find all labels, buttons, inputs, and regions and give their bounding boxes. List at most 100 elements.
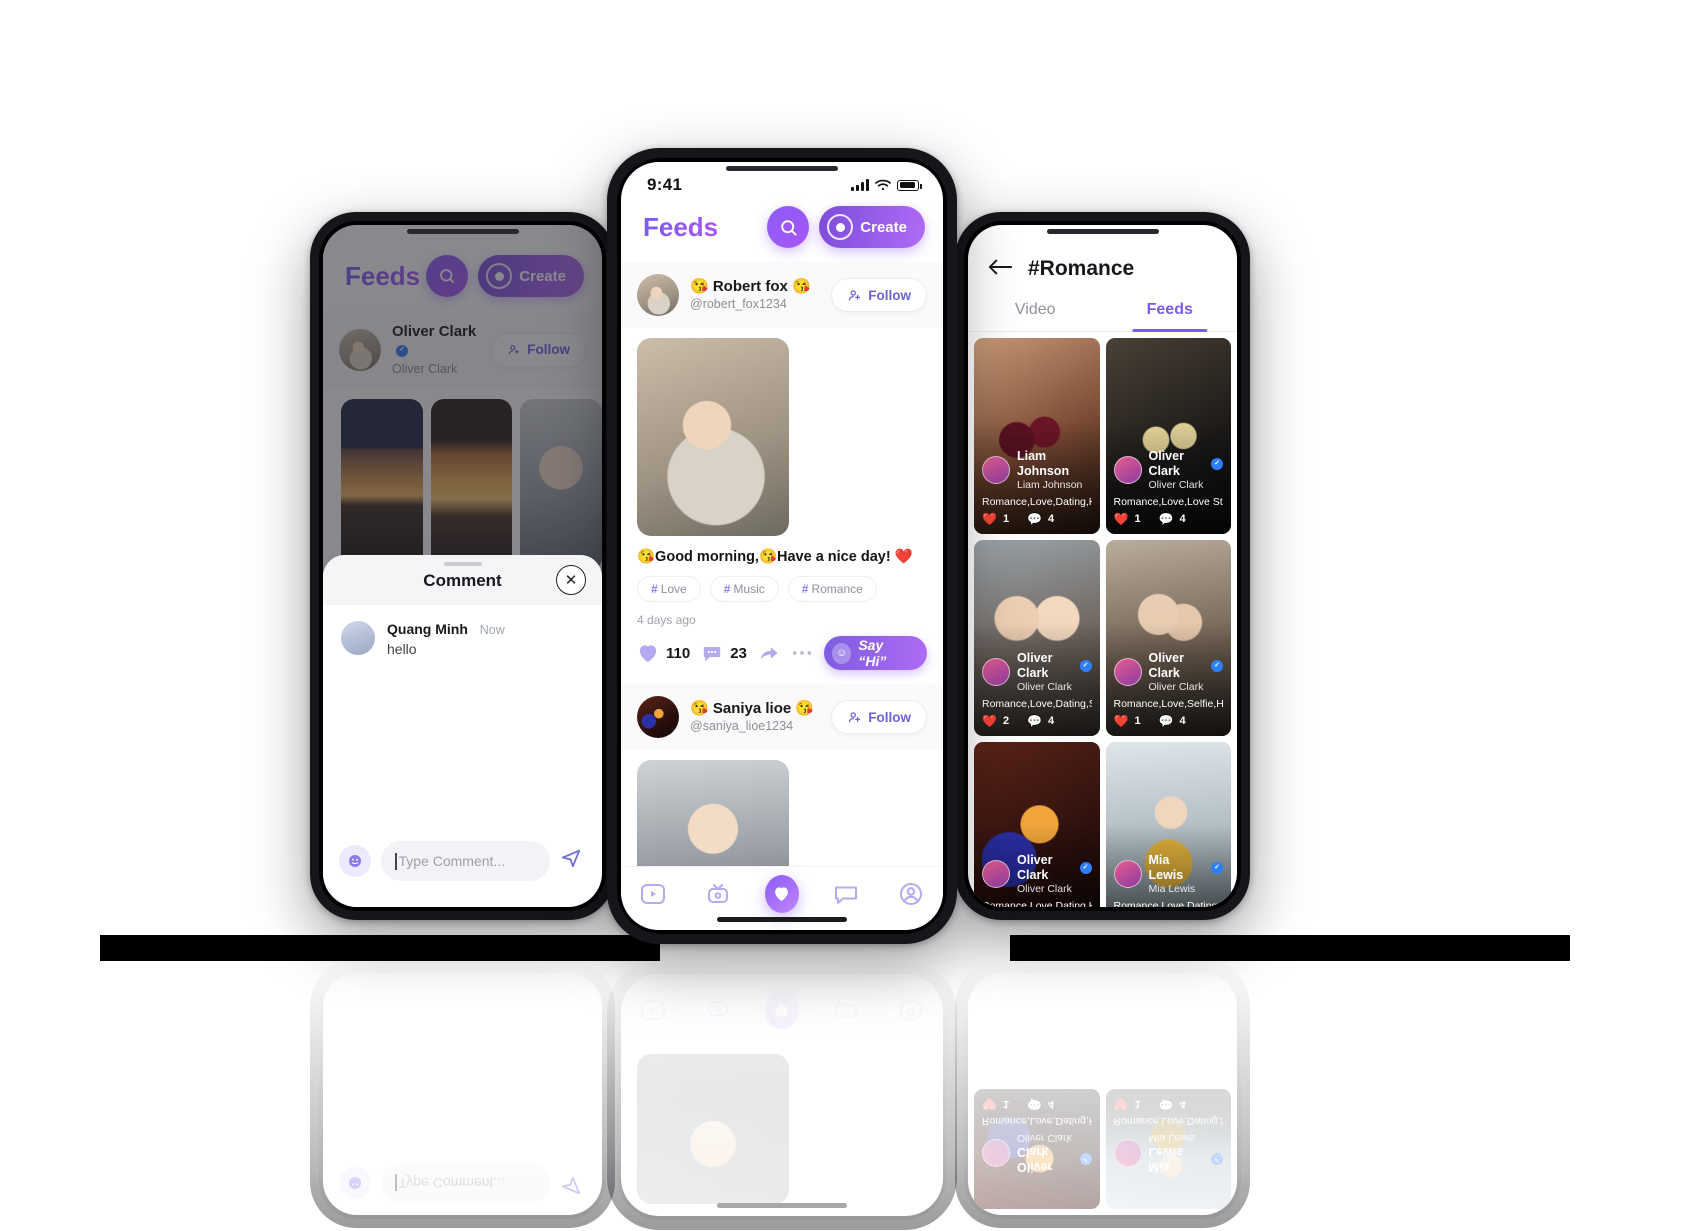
comment-bubble-icon bbox=[704, 647, 721, 662]
comment-author: Quang Minh Now bbox=[387, 621, 505, 637]
tab-live[interactable] bbox=[701, 877, 735, 911]
follow-button[interactable]: Follow bbox=[831, 278, 927, 312]
say-hi-label: Say “Hi” bbox=[858, 637, 887, 669]
card-author: Oliver Clark bbox=[1148, 448, 1184, 478]
comment-bubble-icon: 💬 bbox=[1027, 714, 1043, 728]
close-icon: ✕ bbox=[564, 572, 578, 589]
person-icon bbox=[899, 882, 922, 905]
card-author: Oliver Clark bbox=[1148, 650, 1184, 680]
emoji-button[interactable] bbox=[339, 845, 371, 877]
heart-icon: ❤️ bbox=[982, 512, 997, 526]
mockup-stage: Feeds Create bbox=[0, 0, 1688, 1231]
post-time: 4 days ago bbox=[637, 613, 696, 627]
more-action[interactable] bbox=[791, 649, 813, 657]
post-author[interactable]: 😘 Robert fox 😘 @robert_fox1234 bbox=[637, 274, 811, 316]
avatar bbox=[982, 860, 1010, 889]
tab-feeds[interactable]: Feeds bbox=[1103, 293, 1238, 331]
tv-icon bbox=[707, 883, 728, 903]
avatar bbox=[982, 658, 1010, 687]
back-arrow-icon bbox=[988, 259, 1013, 275]
avatar bbox=[637, 274, 679, 316]
post-image[interactable] bbox=[637, 338, 789, 536]
verified-badge-icon: ✓ bbox=[1079, 861, 1092, 874]
more-dots-icon bbox=[792, 651, 812, 655]
tag-chip[interactable]: # Romance bbox=[787, 576, 877, 602]
battery-icon bbox=[897, 179, 922, 191]
phone-right-hashtag: #Romance Video Feeds Liam Johnson Liam J… bbox=[955, 212, 1250, 920]
tab-feeds[interactable] bbox=[764, 874, 799, 913]
like-action[interactable]: 110 bbox=[637, 643, 690, 663]
tab-chat[interactable] bbox=[829, 877, 863, 911]
card-author: Liam Johnson bbox=[1017, 448, 1070, 478]
avatar bbox=[341, 621, 375, 655]
reflection-center bbox=[607, 960, 957, 1230]
grid-card[interactable]: Oliver Clark ✓ Oliver Clark Romance,Love… bbox=[974, 540, 1100, 736]
back-button[interactable] bbox=[988, 257, 1013, 281]
speaker-notch bbox=[726, 166, 838, 171]
grid-card[interactable]: Liam Johnson Liam Johnson Romance,Love,D… bbox=[974, 338, 1100, 534]
comment-bubble-icon: 💬 bbox=[1158, 714, 1174, 728]
tab-profile[interactable] bbox=[894, 877, 928, 911]
avatar bbox=[1113, 456, 1142, 485]
post-tags: # Love # Music # Romance bbox=[621, 565, 943, 602]
comment-text: hello bbox=[387, 641, 417, 657]
header-actions: Create bbox=[767, 206, 925, 248]
send-button[interactable] bbox=[560, 847, 586, 875]
phone-bezel: 9:41 Feeds Create 😘 Robert fox 😘 @robert… bbox=[617, 158, 947, 934]
post-header: 😘 Saniya lioe 😘 @saniya_lioe1234 Follow bbox=[621, 684, 943, 750]
drag-handle[interactable] bbox=[443, 562, 482, 566]
chat-bubble-icon bbox=[835, 886, 858, 904]
card-stats: ❤️ 1 💬 4 bbox=[1114, 714, 1224, 728]
phone-left-comment: Feeds Create bbox=[310, 212, 615, 920]
tag-chip[interactable]: # Music bbox=[709, 576, 779, 602]
like-count: 110 bbox=[666, 644, 691, 662]
create-button[interactable]: Create bbox=[819, 206, 925, 248]
send-icon bbox=[561, 849, 581, 868]
hashtag-tabs: Video Feeds bbox=[968, 293, 1237, 332]
status-indicators bbox=[851, 179, 922, 191]
list-item: Quang Minh Now hello bbox=[341, 621, 584, 657]
follow-button[interactable]: Follow bbox=[831, 700, 927, 734]
grid-card[interactable]: Oliver Clark ✓ Oliver Clark Romance,Love… bbox=[1105, 540, 1231, 736]
author-name: 😘 Saniya lioe 😘 bbox=[690, 699, 815, 717]
comment-count: 4 bbox=[1048, 513, 1055, 525]
text-caret bbox=[395, 852, 397, 870]
phone-screen: #Romance Video Feeds Liam Johnson Liam J… bbox=[968, 225, 1237, 907]
speaker-notch bbox=[406, 229, 519, 234]
card-tags: Romance,Love,Selfie,Happy,Mu bbox=[1113, 698, 1224, 710]
verified-badge-icon: ✓ bbox=[1079, 659, 1092, 672]
comment-sheet: Comment ✕ Quang Minh Now hello Type Comm… bbox=[323, 555, 602, 907]
card-author-sub: Mia Lewis bbox=[1148, 882, 1196, 895]
share-action[interactable] bbox=[758, 643, 780, 663]
create-button-label: Create bbox=[860, 218, 907, 236]
chat-bubble-icon: ☺ bbox=[831, 642, 852, 664]
card-tags: Romance,Love,Love Story bbox=[1113, 496, 1224, 508]
grid-card[interactable]: Oliver Clark ✓ Oliver Clark Romance,Love… bbox=[1105, 338, 1231, 534]
pedestal-shadow-right bbox=[1010, 935, 1570, 961]
heart-icon: ❤️ bbox=[1113, 714, 1129, 728]
post-caption: 😘Good morning,😘Have a nice day! ❤️ bbox=[637, 549, 913, 565]
author-handle: @robert_fox1234 bbox=[690, 297, 787, 312]
comment-sheet-header: Comment ✕ bbox=[323, 555, 602, 605]
comment-input[interactable]: Type Comment... bbox=[381, 841, 550, 881]
comment-count: 23 bbox=[730, 644, 747, 662]
card-author-sub: Oliver Clark bbox=[1017, 882, 1072, 895]
avatar bbox=[1113, 860, 1142, 889]
search-button[interactable] bbox=[767, 206, 810, 248]
tab-reels[interactable] bbox=[636, 877, 670, 911]
verified-badge-icon: ✓ bbox=[1211, 659, 1223, 672]
heart-flame-icon bbox=[775, 887, 789, 902]
grid-card[interactable]: Mia Lewis ✓ Mia Lewis Romance,Love,Datin… bbox=[1105, 742, 1231, 907]
card-tags: Romance,Love,Dating,Selfie,Ha bbox=[982, 698, 1092, 710]
comment-action[interactable]: 23 bbox=[701, 643, 747, 663]
follow-button-label: Follow bbox=[868, 709, 911, 725]
comment-count: 4 bbox=[1048, 715, 1055, 727]
tab-video[interactable]: Video bbox=[968, 293, 1103, 331]
say-hi-button[interactable]: ☺ Say “Hi” bbox=[823, 636, 927, 670]
grid-card[interactable]: Oliver Clark ✓ Oliver Clark Romance,Love… bbox=[974, 742, 1100, 907]
close-button[interactable]: ✕ bbox=[556, 565, 586, 595]
heart-icon bbox=[639, 645, 657, 663]
post-author[interactable]: 😘 Saniya lioe 😘 @saniya_lioe1234 bbox=[637, 696, 814, 738]
comment-input-placeholder: Type Comment... bbox=[398, 853, 506, 869]
tag-chip[interactable]: # Love bbox=[637, 576, 701, 602]
